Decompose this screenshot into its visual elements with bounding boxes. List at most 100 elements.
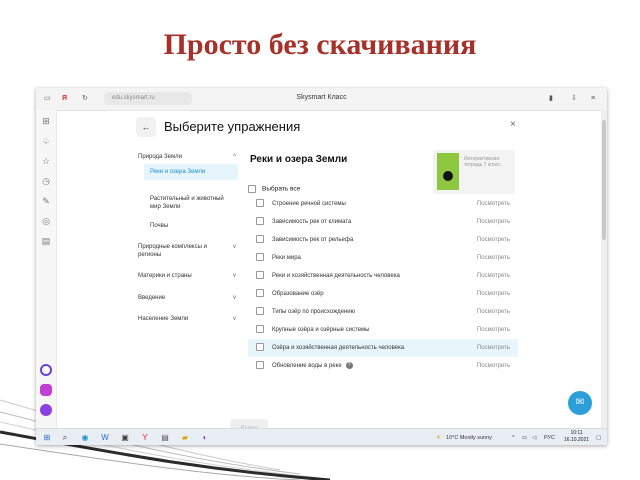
exercise-label: Озёра и хозяйственная деятельность челов… (272, 345, 405, 351)
checkbox[interactable] (256, 271, 264, 280)
exercise-label: Реки и хозяйственная деятельность челове… (272, 273, 400, 279)
chevron-down-icon: v (233, 273, 236, 279)
view-link[interactable]: Посмотреть (477, 285, 510, 303)
exercise-label: Образование озёр (272, 291, 324, 297)
browser-toolbar: ▭ Я ↻ edu.skysmart.ru Skysmart Класс ▮ ⇩… (36, 88, 607, 111)
view-link[interactable]: Посмотреть (477, 267, 510, 285)
menu-section-population[interactable]: Население Земли v (138, 315, 238, 323)
workbook-card[interactable]: Интерактивная тетрадь 7 класс (433, 150, 515, 194)
close-icon[interactable]: × (510, 119, 516, 130)
exercise-row-hovered[interactable]: Озёра и хозяйственная деятельность челов… (248, 339, 518, 357)
checkbox[interactable] (256, 235, 264, 244)
back-button[interactable]: ← (136, 117, 156, 137)
yandex-icon[interactable]: Y (140, 433, 150, 443)
workbook-cover (437, 153, 459, 190)
info-icon[interactable]: ? (345, 361, 353, 369)
menu-section-label: Природа Земли (138, 154, 182, 160)
view-link[interactable]: Посмотреть (477, 213, 510, 231)
page-title: Skysmart Класс (296, 94, 347, 101)
music-icon[interactable]: ◎ (41, 216, 51, 226)
menu-item-rivers-lakes[interactable]: Реки и озера Земли (144, 164, 238, 180)
menu-section-intro[interactable]: Введение v (138, 294, 238, 302)
alice-app-icon[interactable] (40, 364, 52, 376)
app-icon[interactable]: ▣ (120, 433, 130, 443)
checkbox[interactable] (256, 199, 264, 208)
exercise-row[interactable]: Зависимость рек от рельефа Посмотреть (248, 231, 518, 249)
word-icon[interactable]: W (100, 433, 110, 443)
slide-title: Просто без скачивания (163, 28, 477, 61)
exercise-row[interactable]: Реки мира Посмотреть (248, 249, 518, 267)
edge-icon[interactable]: ◉ (80, 433, 90, 443)
notifications-icon[interactable]: ▢ (596, 434, 601, 442)
exercise-row[interactable]: Реки и хозяйственная деятельность челове… (248, 267, 518, 285)
exercise-row[interactable]: Обновление воды в реке? Посмотреть (248, 357, 518, 375)
star-icon[interactable]: ☆ (41, 156, 51, 166)
volume-icon[interactable]: ◁ (532, 434, 536, 442)
exercise-row[interactable]: Образование озёр Посмотреть (248, 285, 518, 303)
windows-logo-icon[interactable]: ⊞ (42, 433, 52, 443)
clock-time: 10:11 (570, 430, 583, 436)
tray-arrow-icon[interactable]: ^ (512, 434, 515, 442)
menu-section-label: Материки и страны (138, 273, 192, 279)
document-icon[interactable]: ▤ (41, 236, 51, 246)
browser-screenshot: ▭ Я ↻ edu.skysmart.ru Skysmart Класс ▮ ⇩… (36, 88, 607, 445)
viber-icon[interactable]: ◐ (200, 433, 210, 443)
view-link[interactable]: Посмотреть (477, 195, 510, 213)
view-link[interactable]: Посмотреть (477, 249, 510, 267)
folder-icon[interactable]: ▰ (180, 433, 190, 443)
exercise-row[interactable]: Типы озёр по происхождению Посмотреть (248, 303, 518, 321)
view-link[interactable]: Посмотреть (477, 339, 510, 357)
menu-item-soils[interactable]: Почвы (144, 218, 238, 234)
menu-section-nature[interactable]: Природа Земли ^ (138, 153, 238, 161)
lock-icon[interactable]: ▤ (160, 433, 170, 443)
checkbox[interactable] (256, 361, 264, 370)
exercise-row[interactable]: Зависимость рек от климата Посмотреть (248, 213, 518, 231)
language-indicator[interactable]: РУС (544, 434, 555, 442)
checkbox[interactable] (256, 289, 264, 298)
menu-section-regions[interactable]: Природные комплексы и регионы v (138, 243, 238, 259)
checkbox[interactable] (256, 253, 264, 262)
clock[interactable]: 10:11 16.10.2021 (564, 430, 589, 444)
checkbox[interactable] (248, 185, 256, 193)
checkbox[interactable] (256, 217, 264, 226)
search-icon[interactable]: ⌕ (60, 433, 70, 443)
view-link[interactable]: Посмотреть (477, 231, 510, 249)
checkbox[interactable] (256, 325, 264, 334)
bookmark-icon[interactable]: ▮ (549, 94, 553, 104)
bell-icon[interactable]: ♤ (41, 136, 51, 146)
exercise-label: Строение речной системы (272, 201, 346, 207)
download-icon[interactable]: ⇩ (571, 94, 577, 104)
exercise-row[interactable]: Строение речной системы Посмотреть (248, 195, 518, 213)
weather-text[interactable]: 10°C Mostly sunny (446, 434, 492, 442)
windows-taskbar: ⊞ ⌕ ◉ W ▣ Y ▤ ▰ ◐ ☀ 10°C Mostly sunny ^ … (36, 428, 607, 445)
menu-item-flora-fauna[interactable]: Растительный и животный мир Земли (144, 191, 238, 215)
page-scrollbar[interactable] (601, 110, 607, 428)
menu-lines-icon[interactable]: ≡ (591, 94, 595, 104)
view-link[interactable]: Посмотреть (477, 321, 510, 339)
exercise-label: Крупные озёра и озёрные системы (272, 327, 370, 333)
scroll-thumb[interactable] (602, 120, 606, 240)
history-icon[interactable]: ◷ (41, 176, 51, 186)
checkbox[interactable] (256, 307, 264, 316)
view-link[interactable]: Посмотреть (477, 357, 510, 375)
market-app-icon[interactable] (40, 384, 52, 396)
collection-icon[interactable]: ⊞ (41, 116, 51, 126)
network-icon[interactable]: ▭ (522, 434, 527, 442)
menu-section-continents[interactable]: Материки и страны v (138, 272, 238, 280)
checkbox[interactable] (256, 343, 264, 352)
chat-icon[interactable]: ✉ (568, 391, 592, 415)
chevron-down-icon: v (233, 244, 236, 250)
messenger-app-icon[interactable] (40, 404, 52, 416)
select-all-checkbox[interactable]: Выбрать все (248, 185, 300, 193)
exercise-row[interactable]: Крупные озёра и озёрные системы Посмотрет… (248, 321, 518, 339)
exercise-picker-modal: ← Выберите упражнения × Природа Земли ^ … (128, 112, 528, 439)
view-link[interactable]: Посмотреть (477, 303, 510, 321)
content-title: Реки и озера Земли (250, 154, 348, 165)
chevron-down-icon: v (233, 295, 236, 301)
menu-section-label: Введение (138, 295, 166, 301)
exercise-label: Обновление воды в реке (272, 363, 342, 369)
exercise-label: Зависимость рек от климата (272, 219, 352, 225)
chevron-down-icon: v (233, 316, 236, 322)
workbook-card-text: Интерактивная тетрадь 7 класс (464, 156, 501, 168)
notes-icon[interactable]: ✎ (41, 196, 51, 206)
